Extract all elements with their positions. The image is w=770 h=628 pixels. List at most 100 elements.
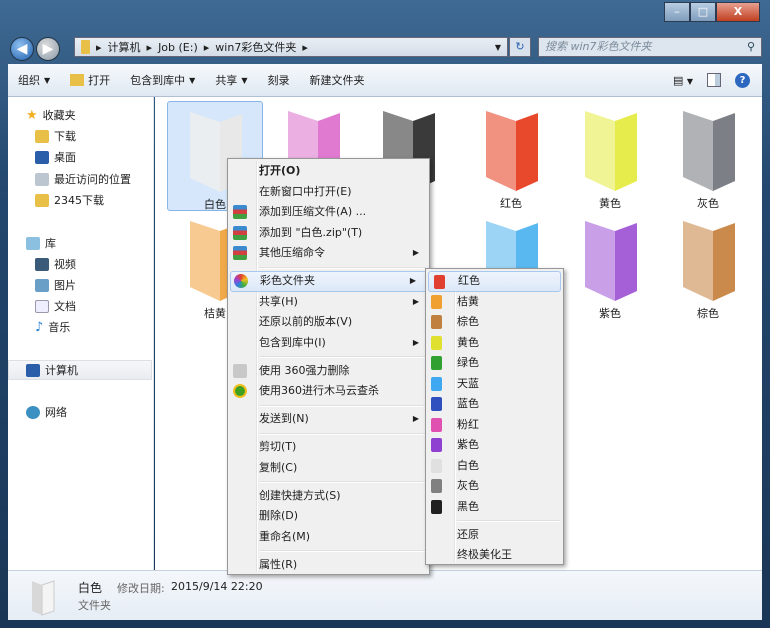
menu-separator: [228, 547, 429, 555]
submenu-beautify[interactable]: 终极美化王: [426, 545, 563, 566]
refresh-button[interactable]: ↻: [509, 37, 531, 57]
downloads-icon: [35, 129, 49, 143]
nav-recent[interactable]: 最近访问的位置: [35, 169, 131, 189]
menu-copy[interactable]: 复制(C): [228, 458, 429, 479]
menu-other-compress[interactable]: 其他压缩命令 ▶: [228, 243, 429, 264]
menu-add-archive[interactable]: 添加到压缩文件(A) ...: [228, 202, 429, 223]
breadcrumb-drive[interactable]: Job (E:): [158, 41, 198, 54]
folder-item[interactable]: 黄色: [562, 101, 658, 211]
menu-send-to[interactable]: 发送到(N) ▶: [228, 409, 429, 430]
preview-pane-icon[interactable]: [707, 73, 721, 87]
submenu-color-7[interactable]: 粉红: [426, 415, 563, 436]
winrar-icon: [233, 246, 247, 260]
submenu-color-5[interactable]: 天蓝: [426, 374, 563, 395]
search-placeholder: 搜索 win7彩色文件夹: [545, 40, 652, 53]
submenu-color-4[interactable]: 绿色: [426, 353, 563, 374]
menu-360-delete[interactable]: 使用 360强力删除: [228, 361, 429, 382]
menu-color-folder[interactable]: 彩色文件夹 ▶: [230, 271, 427, 292]
breadcrumb-folder[interactable]: win7彩色文件夹: [215, 39, 296, 55]
submenu-color-0[interactable]: 红色: [428, 271, 561, 292]
color-folder-icon: [431, 356, 442, 370]
submenu-restore[interactable]: 还原: [426, 525, 563, 546]
folder-icon: [585, 111, 637, 191]
nav-documents[interactable]: 文档: [35, 296, 76, 316]
back-button[interactable]: ◀: [10, 37, 34, 61]
submenu-color-9[interactable]: 白色: [426, 456, 563, 477]
nav-computer[interactable]: 计算机: [8, 360, 152, 380]
submenu-color-3[interactable]: 黄色: [426, 333, 563, 354]
help-icon[interactable]: ?: [735, 72, 750, 88]
menu-share[interactable]: 共享(H) ▶: [228, 292, 429, 313]
nav-libraries[interactable]: 库: [26, 233, 56, 253]
submenu-color-1[interactable]: 桔黄: [426, 292, 563, 313]
organize-button[interactable]: 组织 ▼: [8, 72, 60, 88]
menu-create-shortcut[interactable]: 创建快捷方式(S): [228, 486, 429, 507]
submenu-color-10[interactable]: 灰色: [426, 476, 563, 497]
submenu-color-8[interactable]: 紫色: [426, 435, 563, 456]
menu-label: 添加到压缩文件(A) ...: [259, 205, 367, 218]
picture-icon: [35, 278, 49, 292]
folder-item[interactable]: 紫色: [562, 211, 658, 321]
include-library-button[interactable]: 包含到库中 ▼: [120, 72, 205, 88]
chevron-down-icon: ▼: [241, 75, 248, 85]
color-folder-icon: [431, 335, 442, 350]
context-menu: 打开(O) 在新窗口中打开(E) 添加到压缩文件(A) ... 添加到 "白色.…: [227, 158, 430, 575]
nav-favorites[interactable]: ★ 收藏夹: [26, 105, 76, 125]
color-submenu: 红色桔黄 棕色 黄色 绿色天蓝蓝色粉红紫色白色 灰色 黑色 还原 终极美化王: [425, 268, 564, 565]
submenu-arrow-icon: ▶: [412, 414, 419, 423]
folder-icon: [81, 40, 90, 54]
menu-360-scan[interactable]: 使用360进行木马云查杀: [228, 381, 429, 402]
menu-label: 包含到库中(I): [259, 335, 326, 349]
menu-cut[interactable]: 剪切(T): [228, 437, 429, 458]
burn-button[interactable]: 刻录: [257, 72, 299, 88]
submenu-arrow-icon: ▶: [412, 296, 419, 306]
nav-videos[interactable]: 视频: [35, 254, 76, 274]
minimize-button[interactable]: –: [664, 2, 690, 22]
nav-downloads[interactable]: 下载: [35, 126, 76, 146]
chevron-right-icon: ▸: [96, 40, 102, 54]
folder-thumbnail-icon: [32, 580, 55, 616]
menu-open-new-window[interactable]: 在新窗口中打开(E): [228, 182, 429, 203]
color-folder-icon: [431, 397, 442, 411]
color-folder-icon: [431, 438, 442, 452]
360-scan-icon: [233, 384, 247, 398]
submenu-color-2[interactable]: 棕色: [426, 312, 563, 333]
menu-label: 紫色: [457, 438, 479, 451]
folder-item[interactable]: 红色: [463, 101, 559, 211]
menu-delete[interactable]: 删除(D): [228, 506, 429, 527]
nav-2345-downloads[interactable]: 2345下载: [35, 190, 104, 210]
new-folder-button[interactable]: 新建文件夹: [299, 72, 374, 88]
nav-music[interactable]: ♪ 音乐: [35, 317, 70, 337]
open-button[interactable]: 打开: [60, 72, 120, 88]
menu-open[interactable]: 打开(O): [228, 161, 429, 182]
nav-desktop[interactable]: 桌面: [35, 147, 76, 167]
address-dropdown-icon[interactable]: ▼: [495, 43, 501, 52]
breadcrumb-computer[interactable]: 计算机: [108, 39, 141, 55]
folder-item[interactable]: 灰色: [660, 101, 756, 211]
address-bar[interactable]: ▸ 计算机 ▸ Job (E:) ▸ win7彩色文件夹 ▸ ▼: [74, 37, 508, 57]
folder-item[interactable]: 棕色: [660, 211, 756, 321]
nav-pictures[interactable]: 图片: [35, 275, 76, 295]
maximize-button[interactable]: □: [690, 2, 716, 22]
forward-button[interactable]: ▶: [36, 37, 60, 61]
menu-separator: [228, 478, 429, 486]
menu-rename[interactable]: 重命名(M): [228, 527, 429, 548]
search-icon[interactable]: ⚲: [747, 38, 755, 56]
menu-separator: [228, 264, 429, 272]
menu-label: 蓝色: [457, 397, 479, 410]
menu-properties[interactable]: 属性(R): [228, 555, 429, 576]
close-button[interactable]: X: [716, 2, 760, 22]
nav-network[interactable]: 网络: [26, 402, 67, 422]
menu-label: 天蓝: [457, 376, 479, 390]
menu-include-library[interactable]: 包含到库中(I) ▶: [228, 333, 429, 354]
submenu-color-6[interactable]: 蓝色: [426, 394, 563, 415]
share-button[interactable]: 共享 ▼: [205, 72, 257, 88]
color-folder-icon: [431, 294, 442, 309]
search-input[interactable]: 搜索 win7彩色文件夹 ⚲: [538, 37, 762, 57]
menu-restore-previous[interactable]: 还原以前的版本(V): [228, 312, 429, 333]
menu-label: 红色: [458, 274, 480, 287]
nav-label: 收藏夹: [42, 109, 76, 122]
menu-add-zip[interactable]: 添加到 "白色.zip"(T): [228, 223, 429, 244]
view-options-icon[interactable]: ▤ ▼: [673, 74, 693, 87]
submenu-color-11[interactable]: 黑色: [426, 497, 563, 518]
